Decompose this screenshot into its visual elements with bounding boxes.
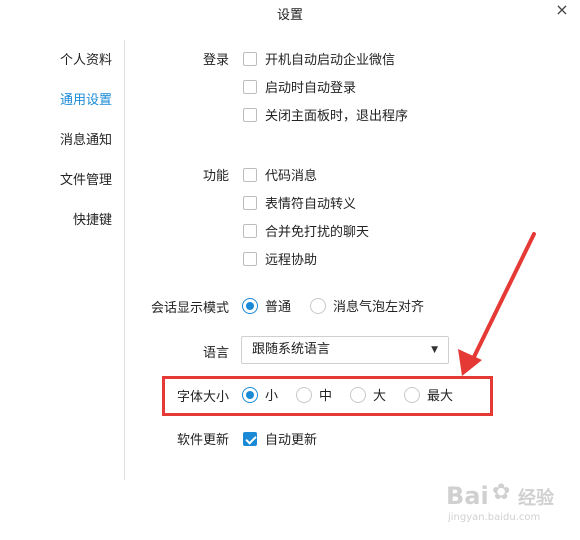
paw-icon: ✿ (492, 480, 511, 505)
watermark-logo: Bai ✿ 经验 jingyan.baidu.com (440, 470, 580, 540)
watermark-text: Bai (446, 482, 489, 510)
annotation-arrow-icon (458, 232, 536, 376)
watermark-suffix: 经验 (518, 488, 554, 509)
watermark-url: jingyan.baidu.com (448, 512, 541, 523)
